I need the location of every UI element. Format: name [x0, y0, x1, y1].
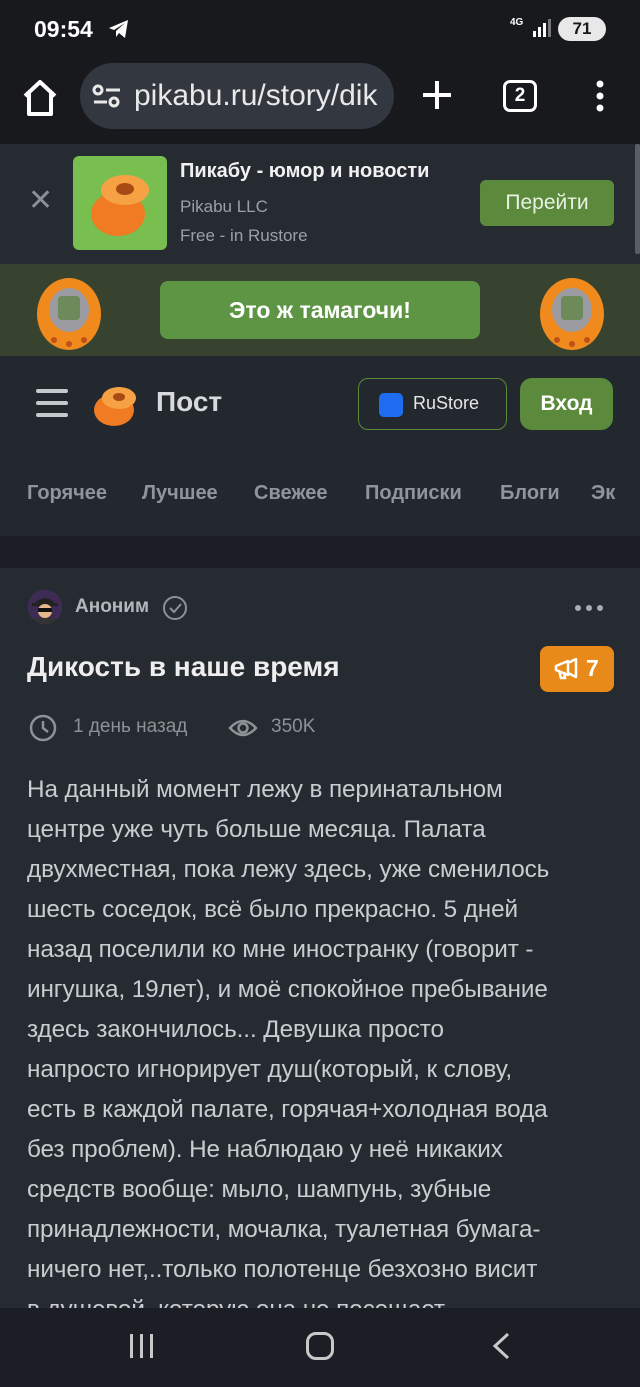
system-nav-bar — [0, 1308, 640, 1387]
rustore-label: RuStore — [413, 393, 480, 413]
rustore-icon — [379, 393, 403, 417]
pikabu-logo-icon[interactable] — [92, 382, 140, 428]
browser-toolbar: pikabu.ru/story/dik 2 — [0, 58, 640, 144]
author-name[interactable]: Аноним — [75, 596, 149, 618]
url-field[interactable]: pikabu.ru/story/dik — [80, 63, 394, 129]
more-menu-icon[interactable] — [588, 78, 612, 114]
site-settings-icon[interactable] — [92, 83, 122, 109]
network-type: 4G — [510, 17, 524, 28]
signal-icon — [533, 19, 551, 37]
post-body-line: На данный момент лежу в перинатальном — [27, 776, 503, 803]
home-nav-icon[interactable] — [306, 1332, 334, 1360]
tab-subscriptions[interactable]: Подписки — [365, 482, 462, 505]
app-install-banner: ✕ Пикабу - юмор и новости Pikabu LLC Fre… — [0, 144, 640, 264]
verified-icon — [163, 596, 187, 620]
post-body-line: есть в каждой палате, горячая+холодная в… — [27, 1096, 548, 1123]
post-body-line: центре уже чуть больше месяца. Палата — [27, 816, 486, 843]
tab-more[interactable]: Эк — [591, 482, 615, 505]
battery-indicator: 71 — [558, 17, 606, 41]
post-card: Аноним Дикость в наше время 7 1 день наз… — [0, 568, 640, 1308]
eye-icon — [228, 719, 258, 737]
post-body-line: средств вообще: мыло, шампунь, зубные — [27, 1176, 492, 1203]
recent-apps-icon[interactable] — [128, 1332, 156, 1360]
post-body-line: ингушка, 19лет), и моё спокойное пребыва… — [27, 976, 548, 1003]
back-icon[interactable] — [490, 1331, 512, 1361]
new-tab-icon[interactable] — [420, 78, 454, 112]
app-store-info: Free - in Rustore — [180, 226, 308, 245]
tab-hot[interactable]: Горячее — [27, 482, 107, 505]
megaphone-icon — [554, 658, 578, 680]
tamagotchi-icon — [540, 278, 604, 350]
tamagotchi-button[interactable]: Это ж тамагочи! — [160, 281, 480, 339]
rating-badge[interactable]: 7 — [540, 646, 614, 692]
post-body-line: шесть соседок, всё было прекрасно. 5 дне… — [27, 896, 518, 923]
post-body-line: двухместная, пока лежу здесь, уже сменил… — [27, 856, 550, 883]
tamagotchi-icon — [37, 278, 101, 350]
status-bar: 09:54 4G 71 — [0, 0, 640, 58]
tab-switcher-button[interactable]: 2 — [503, 80, 537, 112]
home-icon[interactable] — [22, 78, 58, 118]
post-title[interactable]: Дикость в наше время — [27, 651, 340, 683]
post-body-line: назад поселили ко мне иностранку (говори… — [27, 936, 534, 963]
app-developer: Pikabu LLC — [180, 197, 268, 216]
login-button[interactable]: Вход — [520, 378, 613, 430]
close-icon[interactable]: ✕ — [28, 186, 53, 216]
site-header: Пост RuStore Вход — [0, 356, 640, 452]
telegram-icon — [109, 20, 128, 38]
hamburger-menu-icon[interactable] — [36, 388, 68, 418]
post-body-line: напросто игнорирует душ(который, к слову… — [27, 1056, 512, 1083]
post-body-line: без проблем). Не наблюдаю у неё никаких — [27, 1136, 503, 1163]
clock-icon — [29, 714, 57, 742]
tab-blogs[interactable]: Блоги — [500, 482, 560, 505]
post-body-line: в душевой, которую она не посещает. — [27, 1290, 623, 1308]
category-tabs: Горячее Лучшее Свежее Подписки Блоги Эк — [0, 452, 640, 536]
post-time: 1 день назад — [73, 716, 188, 737]
post-more-icon[interactable] — [574, 604, 604, 612]
page-title: Пост — [156, 386, 223, 417]
tab-best[interactable]: Лучшее — [142, 482, 218, 505]
tab-fresh[interactable]: Свежее — [254, 482, 328, 505]
post-body: На данный момент лежу в перинатальном це… — [27, 770, 623, 1308]
rating-value: 7 — [586, 655, 599, 681]
post-body-line: ничего нет,..только полотенце безхозно в… — [27, 1256, 538, 1283]
post-body-line: здесь закончилось... Девушка просто — [27, 1016, 444, 1043]
open-app-button[interactable]: Перейти — [480, 180, 614, 226]
scrollbar[interactable] — [635, 144, 640, 254]
avatar[interactable] — [28, 590, 62, 624]
rustore-button[interactable]: RuStore — [358, 378, 507, 430]
app-logo — [73, 156, 167, 250]
status-time: 09:54 — [34, 16, 93, 42]
app-title: Пикабу - юмор и новости — [180, 160, 430, 182]
post-body-line: принадлежности, мочалка, туалетная бумаг… — [27, 1216, 541, 1243]
promo-banner[interactable]: Это ж тамагочи! — [0, 264, 640, 356]
url-text: pikabu.ru/story/dik — [134, 79, 378, 112]
post-views: 350K — [271, 716, 316, 737]
